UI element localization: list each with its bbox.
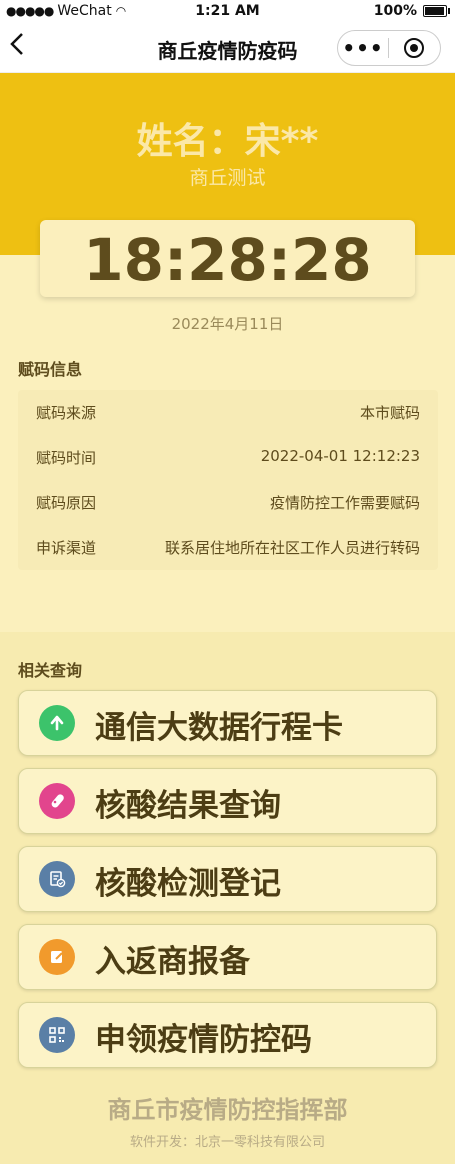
more-button[interactable]: ••• <box>338 31 388 65</box>
user-name: 姓名：宋** <box>136 121 319 162</box>
info-label: 赋码时间 <box>36 449 97 467</box>
edit-note-icon <box>39 939 75 975</box>
info-label: 赋码来源 <box>36 404 97 422</box>
qr-code-icon <box>39 1017 75 1053</box>
clock-card: 18:28:28 <box>40 220 415 297</box>
close-button[interactable] <box>389 38 439 58</box>
mini-program-capsule: ••• <box>337 30 441 66</box>
info-value: 疫情防控工作需要赋码 <box>269 494 420 512</box>
form-check-icon <box>39 861 75 897</box>
info-row: 赋码原因 疫情防控工作需要赋码 <box>36 492 420 516</box>
nucleic-register-button[interactable]: 核酸检测登记 <box>18 846 437 912</box>
info-panel: 赋码来源 本市赋码 赋码时间 2022-04-01 12:12:23 赋码原因 … <box>18 390 438 570</box>
target-icon <box>404 38 424 58</box>
info-row: 申诉渠道 联系居住地所在社区工作人员进行转码 <box>36 537 420 561</box>
travel-card-button[interactable]: 通信大数据行程卡 <box>18 690 437 756</box>
footer-org: 商丘市疫情防控指挥部 <box>107 1096 348 1124</box>
info-row: 赋码来源 本市赋码 <box>36 402 420 426</box>
return-report-button[interactable]: 入返商报备 <box>18 924 437 990</box>
footer-developer: 软件开发：北京一零科技有限公司 <box>129 1135 325 1150</box>
arrow-up-icon <box>39 705 75 741</box>
battery-info: 100% <box>373 3 450 19</box>
nav-bar: 商丘疫情防疫码 ••• <box>0 22 455 73</box>
info-value: 2022-04-01 12:12:23 <box>260 447 420 465</box>
button-label: 核酸结果查询 <box>95 788 281 824</box>
battery-icon <box>423 5 450 17</box>
clock-date: 2022年4月11日 <box>171 315 284 333</box>
clock-time: 18:28:28 <box>83 226 372 294</box>
button-label: 申领疫情防控码 <box>95 1022 312 1058</box>
info-row: 赋码时间 2022-04-01 12:12:23 <box>36 447 420 471</box>
info-value: 联系居住地所在社区工作人员进行转码 <box>164 539 420 557</box>
user-subtitle: 商丘测试 <box>189 167 266 189</box>
button-label: 核酸检测登记 <box>95 866 281 902</box>
button-label: 入返商报备 <box>95 944 250 980</box>
info-value: 本市赋码 <box>359 404 420 422</box>
test-tube-icon <box>39 783 75 819</box>
button-label: 通信大数据行程卡 <box>95 710 343 746</box>
info-label: 赋码原因 <box>36 494 97 512</box>
apply-health-code-button[interactable]: 申领疫情防控码 <box>18 1002 437 1068</box>
nucleic-result-button[interactable]: 核酸结果查询 <box>18 768 437 834</box>
info-section-title: 赋码信息 <box>18 360 83 379</box>
related-section-title: 相关查询 <box>18 661 83 680</box>
info-label: 申诉渠道 <box>36 539 97 557</box>
battery-percent: 100% <box>373 3 417 19</box>
status-bar: ●●●●● WeChat ◠ 1:21 AM 100% <box>0 0 455 22</box>
